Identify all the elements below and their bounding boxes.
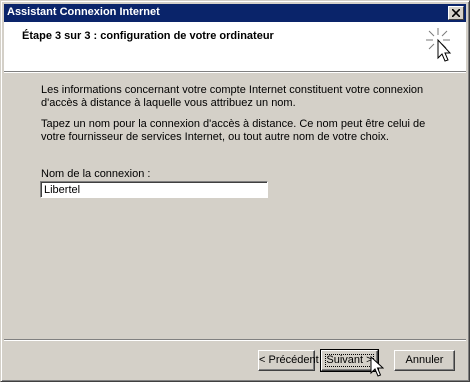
focus-rectangle — [325, 354, 374, 367]
close-button[interactable] — [448, 6, 464, 20]
wizard-sparkle-icon — [426, 28, 452, 62]
back-button[interactable]: < Précédent — [258, 350, 319, 371]
connection-name-input[interactable] — [40, 181, 268, 198]
header-divider — [4, 71, 466, 73]
wizard-header: Étape 3 sur 3 : configuration de votre o… — [4, 22, 466, 71]
info-paragraph: Les informations concernant votre compte… — [41, 84, 424, 109]
footer-divider — [4, 339, 466, 341]
cancel-button[interactable]: Annuler — [394, 350, 455, 371]
window-title: Assistant Connexion Internet — [7, 6, 160, 18]
close-icon — [452, 9, 460, 17]
wizard-window: Assistant Connexion Internet Étape 3 sur… — [0, 0, 470, 382]
mouse-pointer-icon — [370, 356, 384, 377]
instruction-paragraph: Tapez un nom pour la connexion d'accès à… — [41, 118, 426, 143]
step-title: Étape 3 sur 3 : configuration de votre o… — [22, 30, 274, 42]
connection-name-label: Nom de la connexion : — [41, 168, 151, 180]
title-bar[interactable]: Assistant Connexion Internet — [4, 4, 466, 22]
